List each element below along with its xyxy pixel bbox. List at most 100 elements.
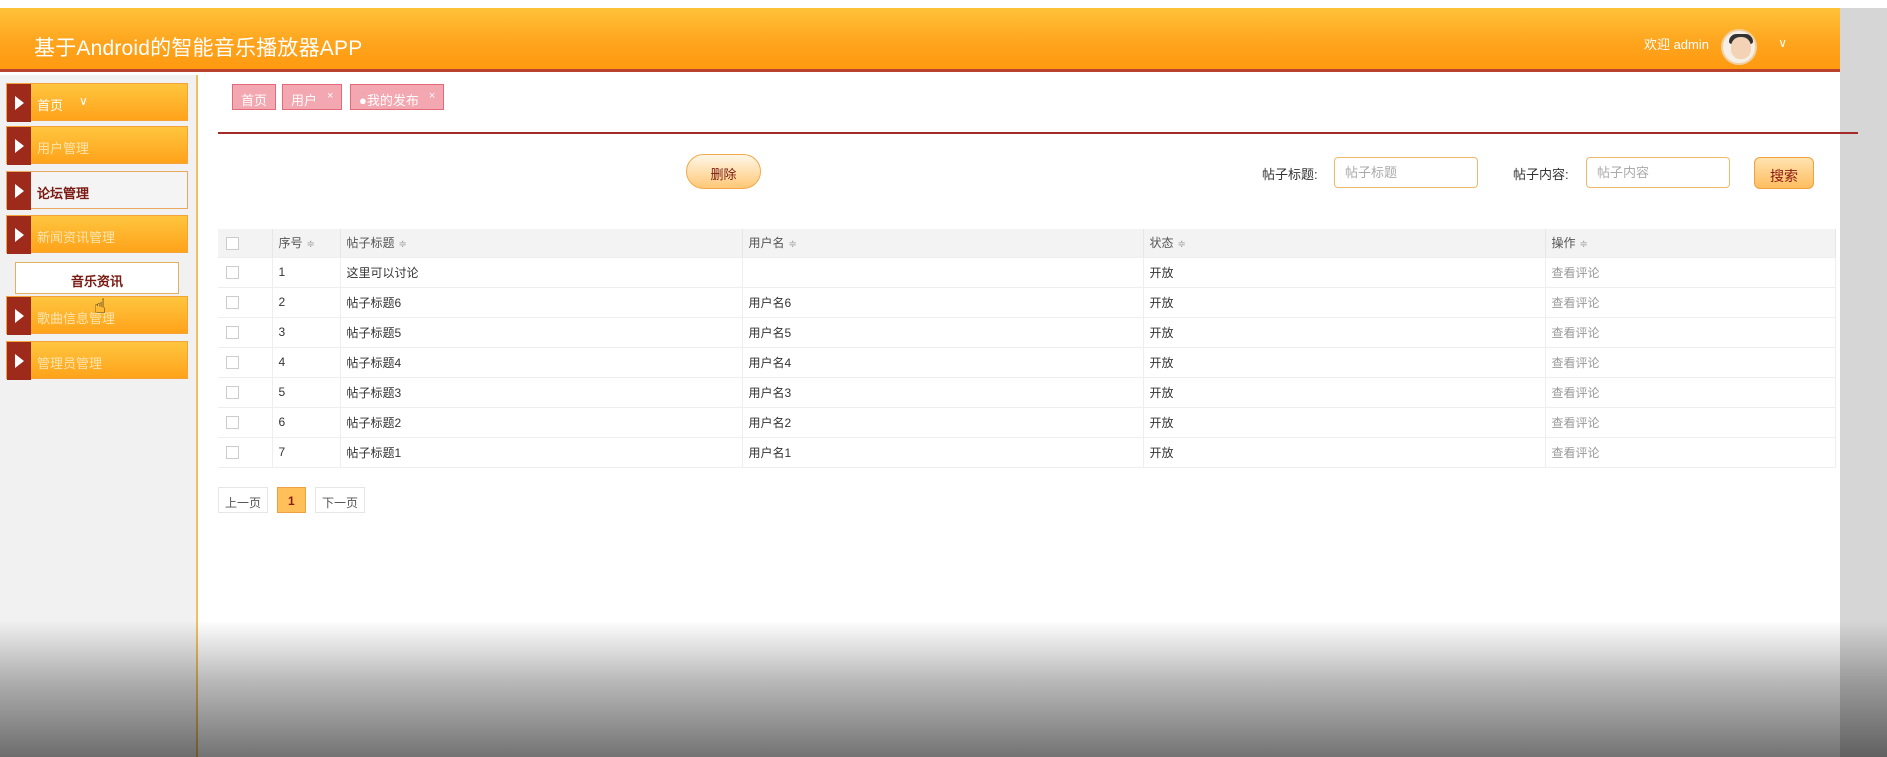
table-row: 5 帖子标题3 用户名3 开放 查看评论 bbox=[218, 377, 1836, 408]
cell-title: 这里可以讨论 bbox=[340, 257, 743, 288]
view-comments-link[interactable]: 查看评论 bbox=[1545, 377, 1836, 408]
row-checkbox[interactable] bbox=[226, 326, 239, 340]
sort-icon[interactable]: ≑ bbox=[789, 239, 797, 250]
search-button[interactable]: 搜索 bbox=[1754, 157, 1814, 189]
cell-index: 2 bbox=[272, 287, 341, 318]
table-row: 6 帖子标题2 用户名2 开放 查看评论 bbox=[218, 407, 1836, 438]
user-avatar[interactable] bbox=[1721, 29, 1757, 65]
close-icon[interactable]: × bbox=[327, 90, 333, 102]
view-comments-link[interactable]: 查看评论 bbox=[1545, 287, 1836, 318]
sort-icon[interactable]: ≑ bbox=[399, 239, 407, 250]
cell-user: 用户名6 bbox=[742, 287, 1144, 318]
cell-title: 帖子标题2 bbox=[340, 407, 743, 438]
content-search-label: 帖子内容: bbox=[1513, 167, 1569, 182]
page-1-button[interactable]: 1 bbox=[277, 487, 306, 513]
select-all-checkbox[interactable] bbox=[226, 236, 239, 250]
tab-home[interactable]: 首页 bbox=[232, 84, 277, 110]
column-header[interactable]: 操作 ≑ bbox=[1545, 229, 1836, 258]
row-checkbox[interactable] bbox=[226, 386, 239, 400]
cell-user: 用户名5 bbox=[742, 317, 1144, 348]
submenu-item-music-news[interactable]: 音乐资讯 bbox=[15, 262, 179, 294]
cell-status: 开放 bbox=[1143, 287, 1546, 318]
menu-arrow-icon bbox=[7, 216, 31, 254]
cell-index: 3 bbox=[272, 317, 341, 348]
sort-icon[interactable]: ≑ bbox=[1178, 239, 1186, 250]
cell-status: 开放 bbox=[1143, 317, 1546, 348]
sort-icon[interactable]: ≑ bbox=[1580, 239, 1588, 250]
cell-user: 用户名1 bbox=[742, 437, 1144, 468]
sidebar-item-home[interactable]: 首页 ∨ bbox=[6, 83, 188, 122]
view-comments-link[interactable]: 查看评论 bbox=[1545, 407, 1836, 438]
tab-my-posts[interactable]: ●我的发布 × bbox=[350, 84, 445, 110]
table-row: 7 帖子标题1 用户名1 开放 查看评论 bbox=[218, 437, 1836, 468]
column-header[interactable]: 序号 ≑ bbox=[272, 229, 341, 258]
view-comments-link[interactable]: 查看评论 bbox=[1545, 257, 1836, 288]
row-checkbox[interactable] bbox=[226, 416, 239, 430]
avatar-face bbox=[1731, 37, 1751, 59]
title-search-input[interactable] bbox=[1334, 157, 1478, 188]
select-all-cell[interactable] bbox=[218, 229, 273, 258]
cell-title: 帖子标题1 bbox=[340, 437, 743, 468]
sort-icon[interactable]: ≑ bbox=[307, 239, 315, 250]
table-row: 1 这里可以讨论 开放 查看评论 bbox=[218, 257, 1836, 288]
sidebar-item-forum[interactable]: 论坛管理 bbox=[6, 171, 188, 210]
chevron-down-icon: ∨ bbox=[79, 94, 88, 108]
table-row: 3 帖子标题5 用户名5 开放 查看评论 bbox=[218, 317, 1836, 348]
tab-users[interactable]: 用户 × bbox=[282, 84, 343, 110]
cell-index: 4 bbox=[272, 347, 341, 378]
prev-page-button[interactable]: 上一页 bbox=[218, 487, 269, 513]
sidebar-item-users[interactable]: 用户管理 bbox=[6, 126, 188, 165]
sidebar: 首页 ∨ 用户管理 论坛管理 新闻资讯管理 音乐资讯 歌曲信息管理 管理员管理 bbox=[0, 75, 198, 757]
view-comments-link[interactable]: 查看评论 bbox=[1545, 347, 1836, 378]
view-comments-link[interactable]: 查看评论 bbox=[1545, 317, 1836, 348]
sidebar-item-label: 用户管理 bbox=[37, 141, 90, 156]
content-search-input[interactable] bbox=[1586, 157, 1730, 188]
close-icon[interactable]: × bbox=[429, 90, 435, 102]
column-header[interactable]: 用户名 ≑ bbox=[742, 229, 1144, 258]
bottom-shadow-overlay bbox=[0, 620, 1887, 757]
menu-arrow-icon bbox=[7, 84, 31, 122]
row-checkbox[interactable] bbox=[226, 446, 239, 460]
screen: 基于Android的智能音乐播放器APP 欢迎 admin ∨ 首页 ∨ 用户管… bbox=[0, 0, 1887, 757]
posts-table: 序号 ≑ 帖子标题 ≑ 用户名 ≑ 状态 ≑ 操作 ≑ 1 这里可以讨论 开放 查看评论 bbox=[218, 229, 1836, 468]
row-checkbox[interactable] bbox=[226, 356, 239, 370]
delete-button[interactable]: 删除 bbox=[686, 154, 761, 189]
cell-status: 开放 bbox=[1143, 377, 1546, 408]
menu-arrow-icon bbox=[7, 297, 31, 335]
welcome-text: 欢迎 admin bbox=[1643, 37, 1709, 52]
tab-label: 用户 bbox=[291, 93, 318, 108]
sidebar-item-admins[interactable]: 管理员管理 bbox=[6, 341, 188, 380]
menu-arrow-icon bbox=[7, 172, 31, 210]
title-search-label: 帖子标题: bbox=[1262, 167, 1318, 182]
table-row: 4 帖子标题4 用户名4 开放 查看评论 bbox=[218, 347, 1836, 378]
sidebar-item-label: 论坛管理 bbox=[37, 186, 90, 201]
cell-title: 帖子标题4 bbox=[340, 347, 743, 378]
cell-user: 用户名4 bbox=[742, 347, 1144, 378]
cell-title: 帖子标题5 bbox=[340, 317, 743, 348]
tab-label: 首页 bbox=[241, 93, 268, 108]
table-header-row: 序号 ≑ 帖子标题 ≑ 用户名 ≑ 状态 ≑ 操作 ≑ bbox=[218, 229, 1836, 258]
tab-label: ●我的发布 bbox=[359, 93, 419, 108]
hand-cursor-icon: ☝ bbox=[94, 296, 107, 318]
cell-user bbox=[742, 257, 1144, 288]
sidebar-item-label: 首页 bbox=[37, 98, 64, 113]
tab-divider bbox=[218, 132, 1858, 134]
right-scroll-strip bbox=[1840, 8, 1887, 757]
submenu-item-label: 音乐资讯 bbox=[70, 274, 123, 289]
chevron-down-icon[interactable]: ∨ bbox=[1778, 36, 1787, 50]
menu-arrow-icon bbox=[7, 342, 31, 380]
cell-status: 开放 bbox=[1143, 407, 1546, 438]
menu-arrow-icon bbox=[7, 127, 31, 165]
cell-index: 7 bbox=[272, 437, 341, 468]
row-checkbox[interactable] bbox=[226, 266, 239, 280]
cell-index: 1 bbox=[272, 257, 341, 288]
app-title: 基于Android的智能音乐播放器APP bbox=[34, 37, 363, 60]
row-checkbox[interactable] bbox=[226, 296, 239, 310]
column-header[interactable]: 状态 ≑ bbox=[1143, 229, 1546, 258]
cell-status: 开放 bbox=[1143, 347, 1546, 378]
table-row: 2 帖子标题6 用户名6 开放 查看评论 bbox=[218, 287, 1836, 318]
column-header[interactable]: 帖子标题 ≑ bbox=[340, 229, 743, 258]
view-comments-link[interactable]: 查看评论 bbox=[1545, 437, 1836, 468]
sidebar-item-news[interactable]: 新闻资讯管理 bbox=[6, 215, 188, 254]
next-page-button[interactable]: 下一页 bbox=[315, 487, 366, 513]
